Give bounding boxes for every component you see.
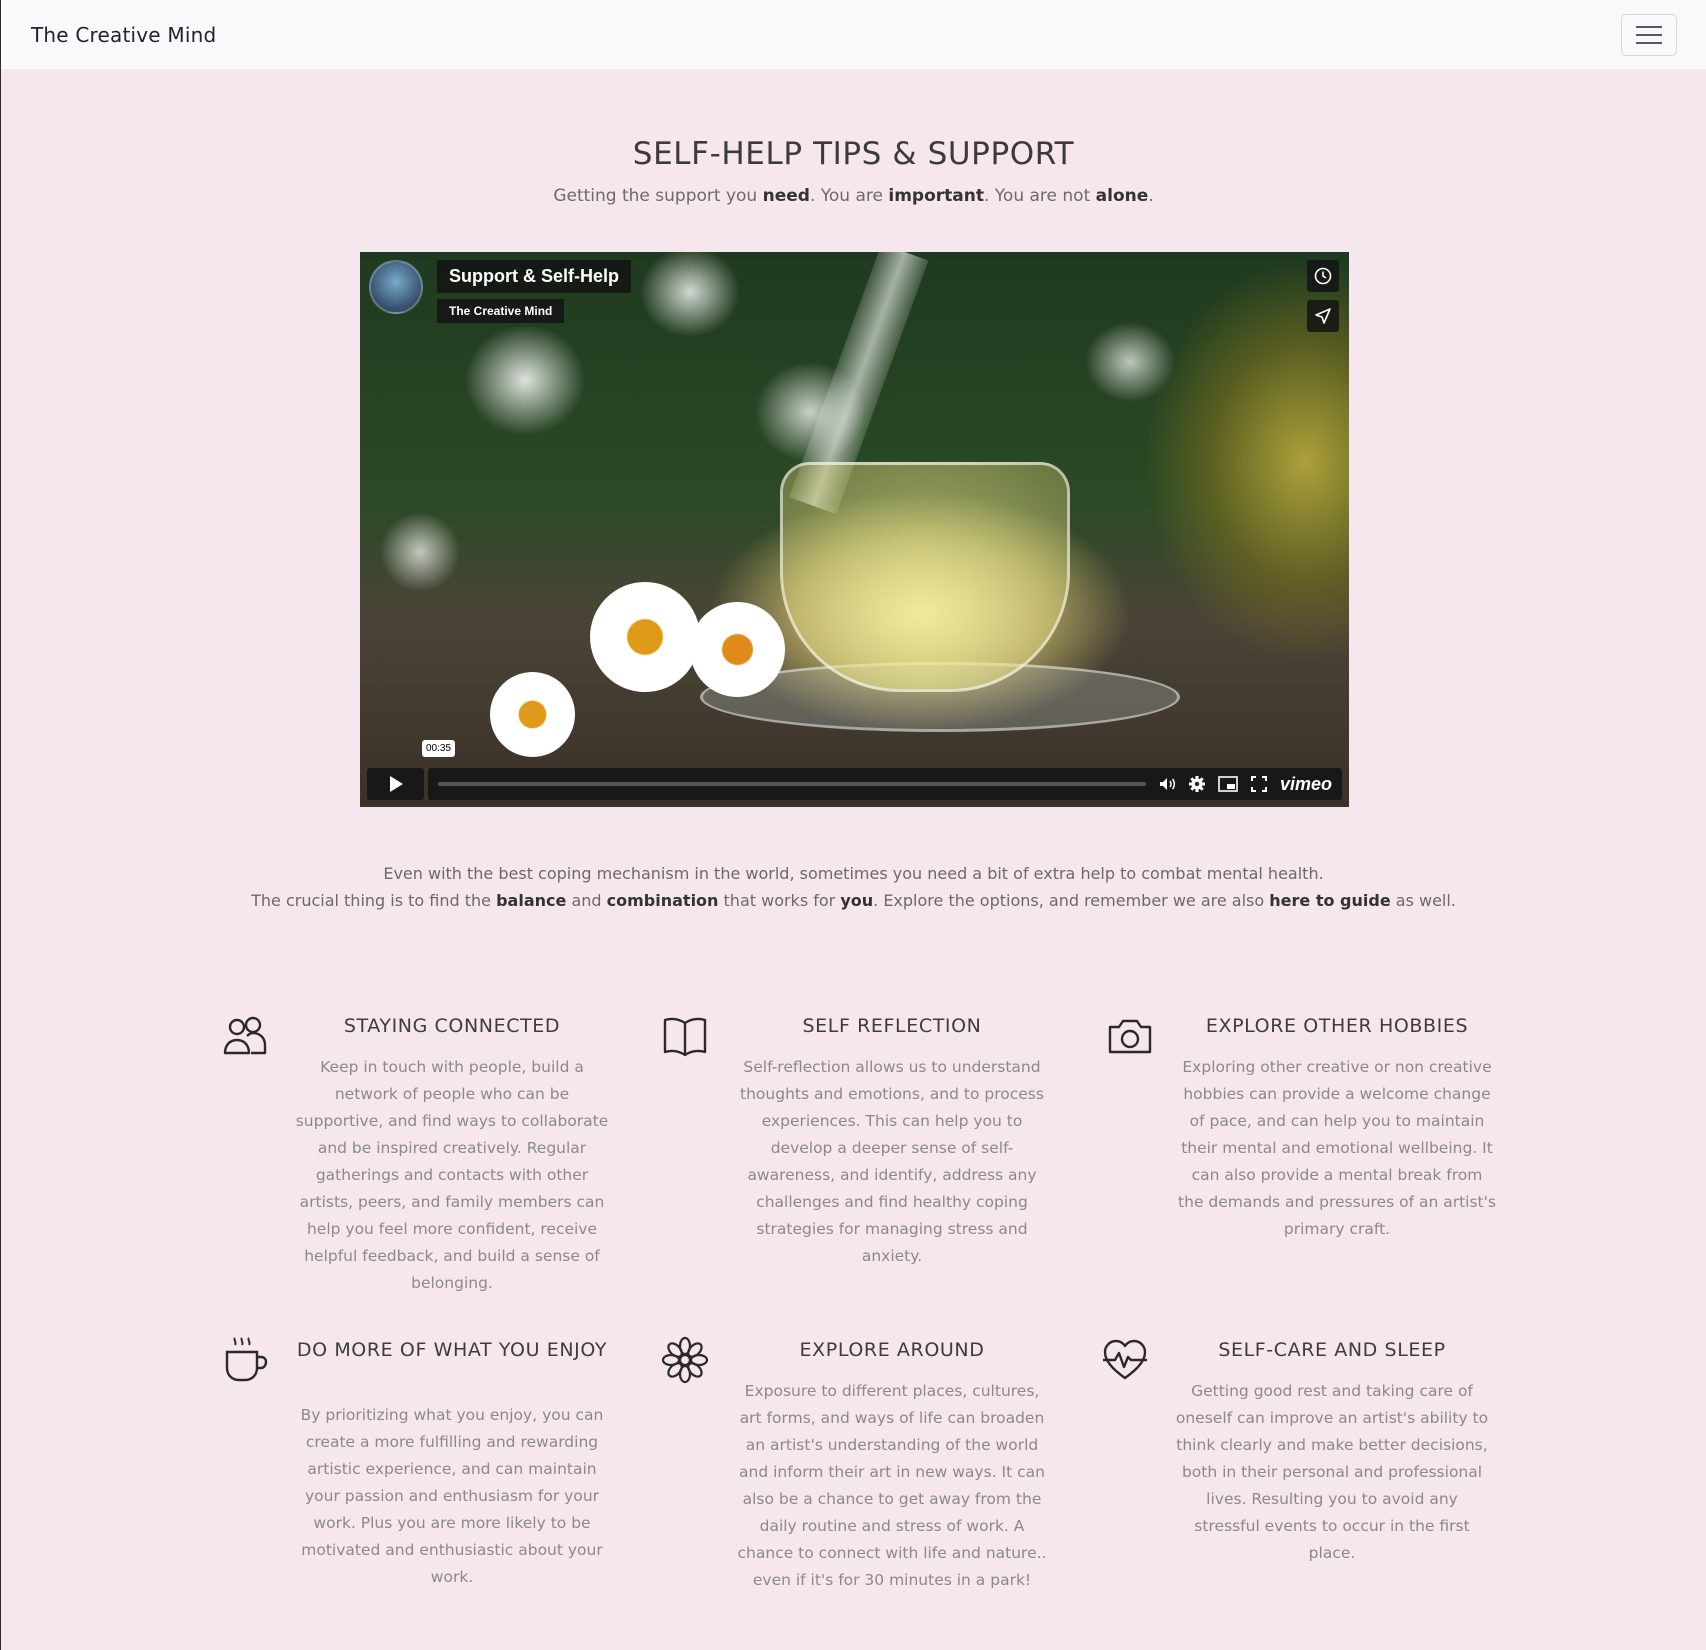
book-icon xyxy=(663,1017,707,1057)
video-frame-daisy xyxy=(690,602,785,697)
intro-paragraph: Even with the best coping mechanism in t… xyxy=(1,860,1706,914)
feature-text: By prioritizing what you enjoy, you can … xyxy=(300,1406,604,1586)
play-button[interactable] xyxy=(367,768,424,800)
send-icon xyxy=(1315,308,1331,324)
subtitle-text: . You are xyxy=(809,186,889,206)
hot-cup-icon xyxy=(225,1337,268,1382)
flower-icon xyxy=(661,1336,709,1384)
fullscreen-icon[interactable] xyxy=(1250,775,1268,793)
share-button[interactable] xyxy=(1307,300,1339,332)
intro-text: . Explore the options, and remember we a… xyxy=(873,891,1270,910)
subtitle-emphasis: important xyxy=(888,186,984,206)
settings-icon[interactable] xyxy=(1188,775,1206,793)
video-channel[interactable]: The Creative Mind xyxy=(437,299,565,323)
subtitle-text: . You are not xyxy=(983,186,1096,206)
brand-link[interactable]: The Creative Mind xyxy=(31,23,216,47)
subtitle-emphasis: alone xyxy=(1095,186,1149,206)
camera-icon xyxy=(1108,1019,1152,1054)
video-header: Support & Self-Help The Creative Mind xyxy=(369,260,631,323)
video-player[interactable]: Support & Self-Help The Creative Mind 00… xyxy=(360,252,1349,807)
people-icon xyxy=(223,1016,267,1055)
intro-emphasis: here to guide xyxy=(1269,891,1391,910)
feature-text: Exploring other creative or non creative… xyxy=(1178,1058,1496,1238)
subtitle-text: Getting the support you xyxy=(553,186,763,206)
feature-title: STAYING CONNECTED xyxy=(343,1015,561,1037)
feature-title: SELF-CARE AND SLEEP xyxy=(1218,1339,1446,1361)
feature-title: DO MORE OF WHAT YOU ENJOY xyxy=(296,1339,608,1361)
subtitle-text: . xyxy=(1148,186,1154,206)
vimeo-logo[interactable]: vimeo xyxy=(1280,774,1332,795)
intro-text: as well. xyxy=(1390,891,1456,910)
volume-icon[interactable] xyxy=(1158,775,1176,793)
feature-title: EXPLORE AROUND xyxy=(799,1339,985,1361)
pip-icon[interactable] xyxy=(1218,776,1238,792)
hamburger-line xyxy=(1636,41,1662,44)
clock-icon xyxy=(1314,267,1332,285)
navbar: The Creative Mind xyxy=(1,0,1706,69)
feature-text: Getting good rest and taking care of one… xyxy=(1175,1382,1489,1562)
video-meta: Support & Self-Help The Creative Mind xyxy=(437,260,631,323)
play-icon xyxy=(389,776,403,792)
feature-title: SELF REFLECTION xyxy=(802,1015,982,1037)
heart-pulse-icon xyxy=(1103,1339,1147,1380)
control-bar: 00:35 vimeo xyxy=(422,740,1342,800)
video-title[interactable]: Support & Self-Help xyxy=(437,260,631,293)
page-subtitle: Getting the support you need. You are im… xyxy=(1,186,1706,206)
feature-text: Self-reflection allows us to understand … xyxy=(740,1058,1044,1265)
feature-text: Keep in touch with people, build a netwo… xyxy=(295,1058,609,1292)
intro-emphasis: you xyxy=(840,891,874,910)
video-frame-cup xyxy=(780,462,1070,692)
time-tooltip: 00:35 xyxy=(422,740,456,757)
hamburger-line xyxy=(1636,25,1662,28)
intro-emphasis: balance xyxy=(496,891,567,910)
video-frame-daisy xyxy=(590,582,700,692)
feature-title: EXPLORE OTHER HOBBIES xyxy=(1205,1015,1469,1037)
intro-emphasis: combination xyxy=(606,891,719,910)
intro-text: The crucial thing is to find the xyxy=(251,891,497,910)
feature-text: Exposure to different places, cultures, … xyxy=(737,1382,1047,1589)
video-side-actions xyxy=(1307,260,1339,332)
subtitle-emphasis: need xyxy=(762,186,810,206)
video-frame-daisy xyxy=(490,672,575,757)
intro-text: and xyxy=(566,891,607,910)
intro-line-1: Even with the best coping mechanism in t… xyxy=(383,864,1324,883)
intro-text: that works for xyxy=(718,891,841,910)
page-title: SELF-HELP TIPS & SUPPORT xyxy=(632,136,1075,172)
hamburger-line xyxy=(1636,33,1662,36)
video-controls: 00:35 vimeo xyxy=(367,740,1342,800)
channel-avatar[interactable] xyxy=(369,260,423,314)
progress-track[interactable] xyxy=(438,782,1146,786)
hamburger-menu-icon[interactable] xyxy=(1621,13,1677,56)
intro-line-2: The crucial thing is to find the balance… xyxy=(1,887,1706,914)
watch-later-button[interactable] xyxy=(1307,260,1339,292)
